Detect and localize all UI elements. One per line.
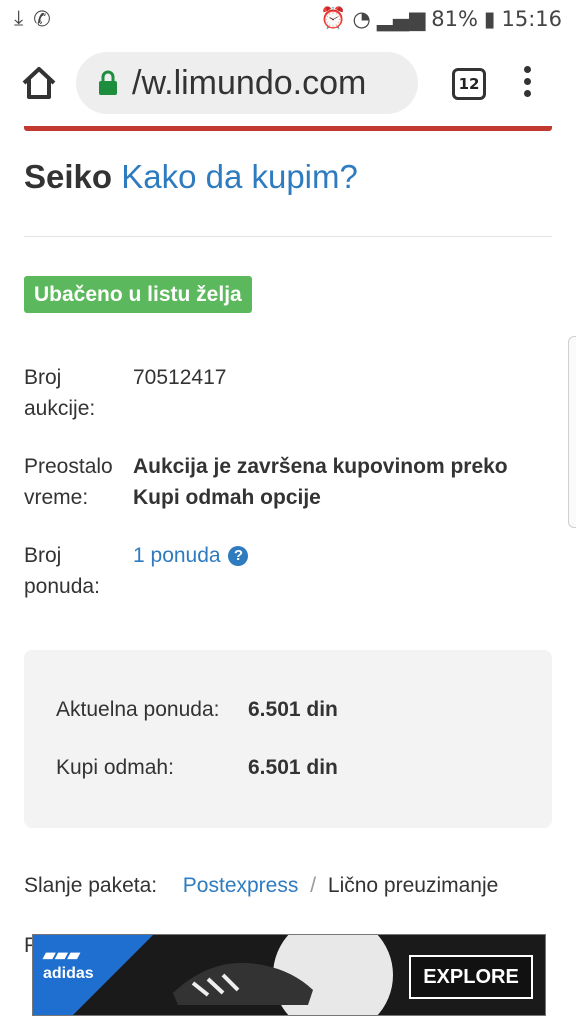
buy-now-label: Kupi odmah: — [56, 756, 174, 779]
wishlist-badge: Ubačeno u listu želja — [24, 276, 252, 313]
auction-number-label: Broj aukcije: — [24, 366, 96, 420]
status-bar: ⤓ ✆ ⏰ ◔ ▂▄▆ 81% ▮ 15:16 — [0, 0, 576, 38]
browser-toolbar: /w.limundo.com 12 — [0, 38, 576, 128]
shipping-separator: / — [310, 874, 317, 897]
clock: 15:16 — [501, 6, 562, 31]
overflow-menu-icon[interactable] — [522, 66, 532, 100]
battery-icon: ▮ — [483, 6, 496, 31]
tab-switcher-button[interactable]: 12 — [452, 68, 486, 100]
home-icon — [22, 67, 56, 99]
price-box: Aktuelna ponuda: 6.501 din Kupi odmah: 6… — [24, 650, 552, 828]
personal-pickup-text: Lično preuzimanje — [327, 874, 499, 897]
brand-name: Seiko — [24, 158, 113, 195]
url-text: /w.limundo.com — [132, 64, 367, 102]
how-to-buy-link[interactable]: Kako da kupim? — [121, 158, 358, 195]
remaining-time-label: Preostalo vreme: — [24, 455, 113, 509]
phone-icon: ✆ — [33, 6, 51, 31]
auction-number-value: 70512417 — [133, 366, 227, 389]
bid-count-link[interactable]: 1 ponuda — [133, 544, 221, 567]
shipping-row: Slanje paketa: Postexpress / Lično preuz… — [24, 874, 498, 898]
address-bar[interactable]: /w.limundo.com — [76, 52, 418, 114]
title-divider — [24, 236, 552, 237]
postexpress-link[interactable]: Postexpress — [183, 874, 299, 897]
help-icon[interactable]: ? — [228, 546, 249, 566]
current-bid-value: 6.501 din — [248, 698, 338, 721]
signal-icon: ▂▄▆ — [376, 6, 426, 31]
explore-button[interactable]: EXPLORE — [409, 955, 533, 999]
adidas-stripes-icon: ▰▰▰ — [43, 947, 80, 964]
wifi-icon: ◔ — [352, 6, 371, 31]
remaining-time-value: Aukcija je završena kupovinom preko Kupi… — [133, 455, 508, 509]
shipping-label: Slanje paketa: — [24, 874, 158, 897]
home-button[interactable] — [20, 64, 58, 102]
page-title: Seiko Kako da kupim? — [24, 158, 358, 196]
download-icon: ⤓ — [14, 6, 24, 30]
adidas-logo: ▰▰▰ adidas — [43, 947, 94, 982]
page-top-divider — [24, 126, 552, 131]
ad-banner[interactable]: ▰▰▰ adidas EXPLORE — [32, 934, 546, 1016]
buy-now-value: 6.501 din — [248, 756, 338, 779]
lock-icon — [99, 70, 117, 95]
alarm-icon: ⏰ — [320, 6, 347, 30]
battery-percent: 81% — [431, 6, 478, 31]
scroll-handle[interactable] — [568, 336, 576, 528]
bid-count-label: Broj ponuda: — [24, 544, 100, 598]
current-bid-label: Aktuelna ponuda: — [56, 698, 220, 721]
